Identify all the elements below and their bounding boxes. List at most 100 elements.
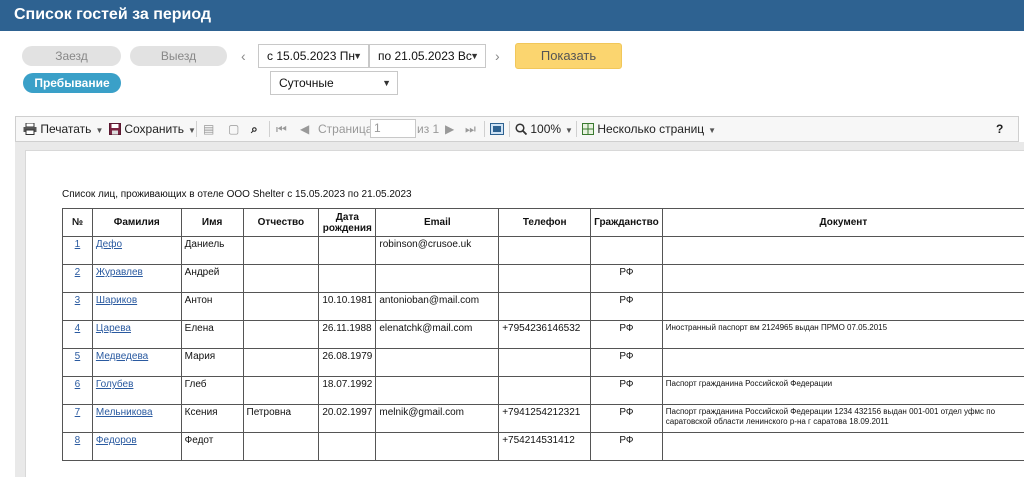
save-button[interactable]: Сохранить ▼: [109, 117, 196, 141]
multi-page-button[interactable]: Несколько страниц ▼: [582, 117, 716, 141]
name-cell: Ксения: [180, 404, 244, 433]
row-number-link[interactable]: 7: [75, 407, 81, 418]
surname-link[interactable]: Мельникова: [96, 407, 153, 418]
birth-date-cell: [318, 264, 377, 293]
save-label: Сохранить: [124, 122, 184, 136]
date-from-select[interactable]: с 15.05.2023 Пн ▼: [258, 44, 369, 68]
phone-cell: [498, 236, 592, 265]
birth-date-cell: [318, 432, 377, 461]
printer-icon: [23, 122, 37, 135]
grid-icon: [582, 123, 594, 135]
row-number-link[interactable]: 5: [75, 351, 81, 362]
table-row: 2 Журавлев Андрей РФ: [62, 264, 1024, 293]
period-type-select[interactable]: Суточные ▼: [270, 71, 398, 95]
phone-cell: +7954236146532: [498, 320, 592, 349]
toolbar-divider: [509, 121, 510, 137]
toolbar-divider: [576, 121, 577, 137]
document-icon[interactable]: ▤: [203, 117, 214, 141]
page-of-label: из 1: [417, 122, 440, 136]
column-header: Дата рождения: [318, 208, 377, 237]
date-to-select[interactable]: по 21.05.2023 Вс ▼: [369, 44, 486, 68]
report-title: Список лиц, проживающих в отеле ООО Shel…: [62, 189, 412, 200]
patronymic-cell: [242, 264, 320, 293]
report-page: Список лиц, проживающих в отеле ООО Shel…: [25, 150, 1024, 477]
next-page-icon[interactable]: ▶: [445, 117, 454, 141]
birth-date-cell: 26.11.1988: [318, 320, 377, 349]
next-period-icon[interactable]: ›: [495, 46, 500, 66]
patronymic-cell: [242, 320, 320, 349]
row-number-link[interactable]: 3: [75, 295, 81, 306]
date-from-value: с 15.05.2023 Пн: [267, 49, 355, 63]
show-button[interactable]: Показать: [515, 43, 622, 69]
surname-link[interactable]: Медведева: [96, 351, 148, 362]
guests-table: № Фамилия Имя Отчество Дата рождения Ema…: [62, 208, 1024, 461]
phone-cell: [498, 292, 592, 321]
date-to-value: по 21.05.2023 Вс: [378, 49, 472, 63]
surname-link[interactable]: Федоров: [96, 435, 137, 446]
page-number-input[interactable]: 1: [370, 119, 416, 138]
name-cell: Антон: [180, 292, 244, 321]
table-row: 1 Дефо Даниель robinson@crusoe.uk: [62, 236, 1024, 265]
document-cell: [661, 348, 1024, 377]
row-number-link[interactable]: 4: [75, 323, 81, 334]
last-page-icon[interactable]: ⏭: [465, 117, 476, 141]
row-number-link[interactable]: 6: [75, 379, 81, 390]
table-row: 3 Шариков Антон 10.10.1981 antonioban@ma…: [62, 292, 1024, 321]
document-cell: [661, 292, 1024, 321]
column-header: Документ: [661, 208, 1024, 237]
surname-link[interactable]: Журавлев: [96, 267, 143, 278]
stay-toggle[interactable]: Пребывание: [23, 73, 121, 93]
report-viewer: Список лиц, проживающих в отеле ООО Shel…: [15, 142, 1024, 477]
citizenship-cell: [590, 236, 663, 265]
phone-cell: [498, 376, 592, 405]
email-cell: robinson@crusoe.uk: [375, 236, 500, 265]
report-toolbar: Печатать ▼ Сохранить ▼ ▤ ▢ ⌕ ⏮ ◀ Страница …: [15, 116, 1019, 142]
name-cell: Елена: [180, 320, 244, 349]
birth-date-cell: 10.10.1981: [318, 292, 377, 321]
surname-link[interactable]: Шариков: [96, 295, 137, 306]
table-row: 6 Голубев Глеб 18.07.1992 РФ Паспорт гра…: [62, 376, 1024, 405]
multi-page-label: Несколько страниц: [597, 122, 705, 136]
binoculars-icon[interactable]: ⌕: [251, 117, 258, 141]
checkout-toggle[interactable]: Выезд: [130, 46, 227, 66]
row-number-link[interactable]: 8: [75, 435, 81, 446]
toolbar-divider: [269, 121, 270, 137]
patronymic-cell: Петровна: [242, 404, 320, 433]
surname-link[interactable]: Голубев: [96, 379, 134, 390]
row-number-link[interactable]: 2: [75, 267, 81, 278]
chevron-down-icon: ▼: [470, 51, 479, 61]
checkin-toggle[interactable]: Заезд: [22, 46, 121, 66]
toolbar-divider: [196, 121, 197, 137]
title-bar: Список гостей за период: [0, 0, 1024, 31]
zoom-value: 100%: [530, 122, 562, 136]
phone-cell: [498, 264, 592, 293]
citizenship-cell: РФ: [590, 432, 663, 461]
period-type-value: Суточные: [279, 76, 334, 90]
zoom-button[interactable]: 100% ▼: [515, 117, 573, 141]
patronymic-cell: [242, 292, 320, 321]
surname-link[interactable]: Царева: [96, 323, 131, 334]
email-cell: melnik@gmail.com: [375, 404, 500, 433]
first-page-icon[interactable]: ⏮: [276, 117, 287, 141]
print-label: Печатать: [40, 122, 92, 136]
prev-period-icon[interactable]: ‹: [241, 46, 246, 66]
column-header: Фамилия: [91, 208, 182, 237]
document-cell: Паспорт гражданина Российской Федерации …: [661, 404, 1024, 433]
single-page-view-icon[interactable]: [490, 117, 504, 141]
prev-page-icon[interactable]: ◀: [300, 117, 309, 141]
print-button[interactable]: Печатать ▼: [23, 117, 103, 141]
help-icon[interactable]: ?: [996, 117, 1003, 141]
birth-date-cell: [318, 236, 377, 265]
column-header: №: [62, 208, 93, 237]
row-number-link[interactable]: 1: [75, 239, 81, 250]
citizenship-cell: РФ: [590, 348, 663, 377]
page-label: Страница: [318, 122, 373, 136]
clipboard-icon[interactable]: ▢: [228, 117, 239, 141]
chevron-down-icon: ▼: [565, 126, 573, 135]
chevron-down-icon: ▼: [708, 126, 717, 135]
patronymic-cell: [242, 376, 320, 405]
surname-link[interactable]: Дефо: [96, 239, 122, 250]
table-header-row: № Фамилия Имя Отчество Дата рождения Ema…: [62, 208, 1024, 237]
phone-cell: [498, 348, 592, 377]
column-header: Телефон: [498, 208, 592, 237]
